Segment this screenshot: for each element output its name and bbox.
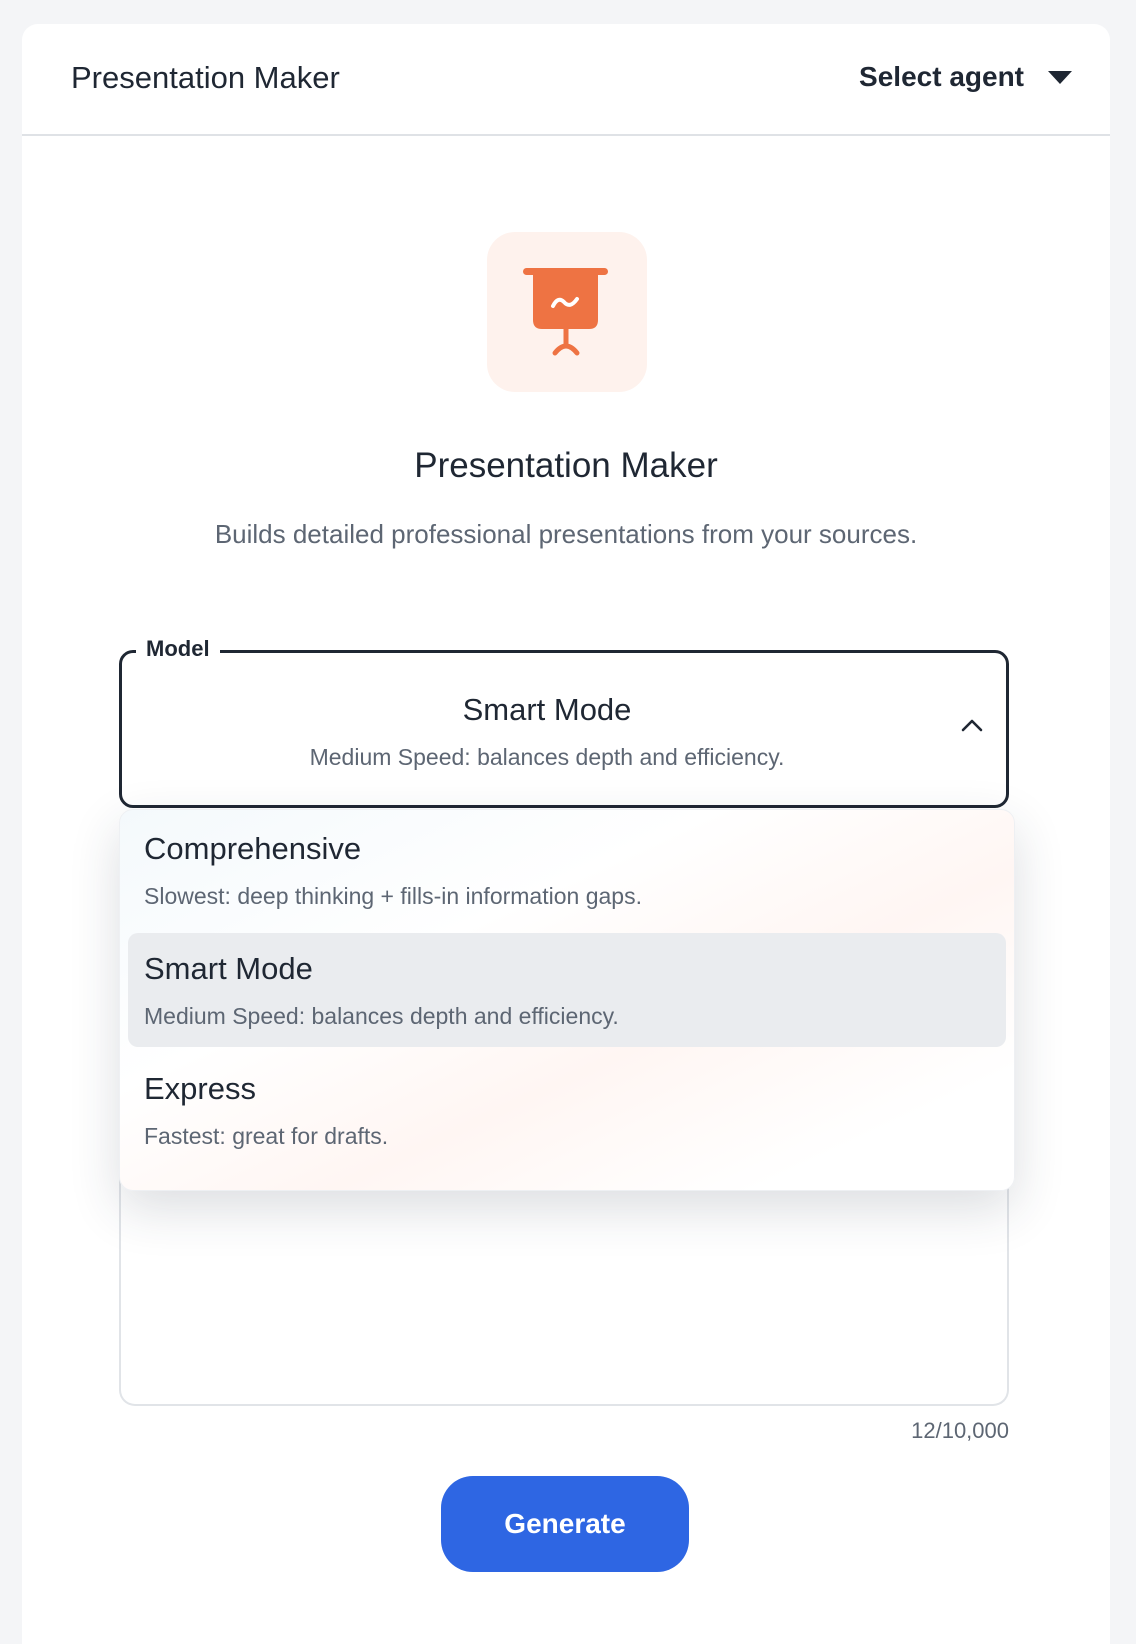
chevron-up-icon	[961, 719, 983, 732]
model-option-comprehensive[interactable]: Comprehensive Slowest: deep thinking + f…	[128, 813, 1006, 927]
model-option-title: Smart Mode	[144, 951, 313, 986]
model-option-description: Slowest: deep thinking + fills-in inform…	[144, 883, 642, 909]
header-title: Presentation Maker	[71, 60, 340, 95]
model-select[interactable]: Model Smart Mode Medium Speed: balances …	[119, 634, 1009, 808]
select-agent-dropdown[interactable]: Select agent	[859, 54, 1072, 100]
model-option-title: Express	[144, 1071, 256, 1106]
model-option-title: Comprehensive	[144, 831, 362, 866]
card-header: Presentation Maker Select agent	[22, 24, 1110, 136]
character-count: 12/10,000	[911, 1418, 1009, 1443]
model-option-description: Medium Speed: balances depth and efficie…	[144, 1003, 619, 1029]
generate-button[interactable]: Generate	[441, 1476, 689, 1572]
model-selected-title: Smart Mode	[462, 692, 632, 727]
agent-description: Builds detailed professional presentatio…	[214, 519, 918, 549]
model-option-description: Fastest: great for drafts.	[144, 1123, 389, 1149]
model-selected-description: Medium Speed: balances depth and efficie…	[309, 744, 785, 770]
model-options-menu: Comprehensive Slowest: deep thinking + f…	[119, 809, 1015, 1191]
model-option-smart-mode[interactable]: Smart Mode Medium Speed: balances depth …	[128, 933, 1006, 1047]
agent-icon-tile	[487, 232, 647, 392]
model-option-express[interactable]: Express Fastest: great for drafts.	[128, 1053, 1006, 1167]
caret-down-icon	[1048, 70, 1072, 84]
model-select-label: Model	[136, 634, 220, 664]
agent-title: Presentation Maker	[414, 446, 718, 485]
presentation-board-icon	[523, 268, 608, 356]
select-agent-label: Select agent	[859, 61, 1024, 92]
